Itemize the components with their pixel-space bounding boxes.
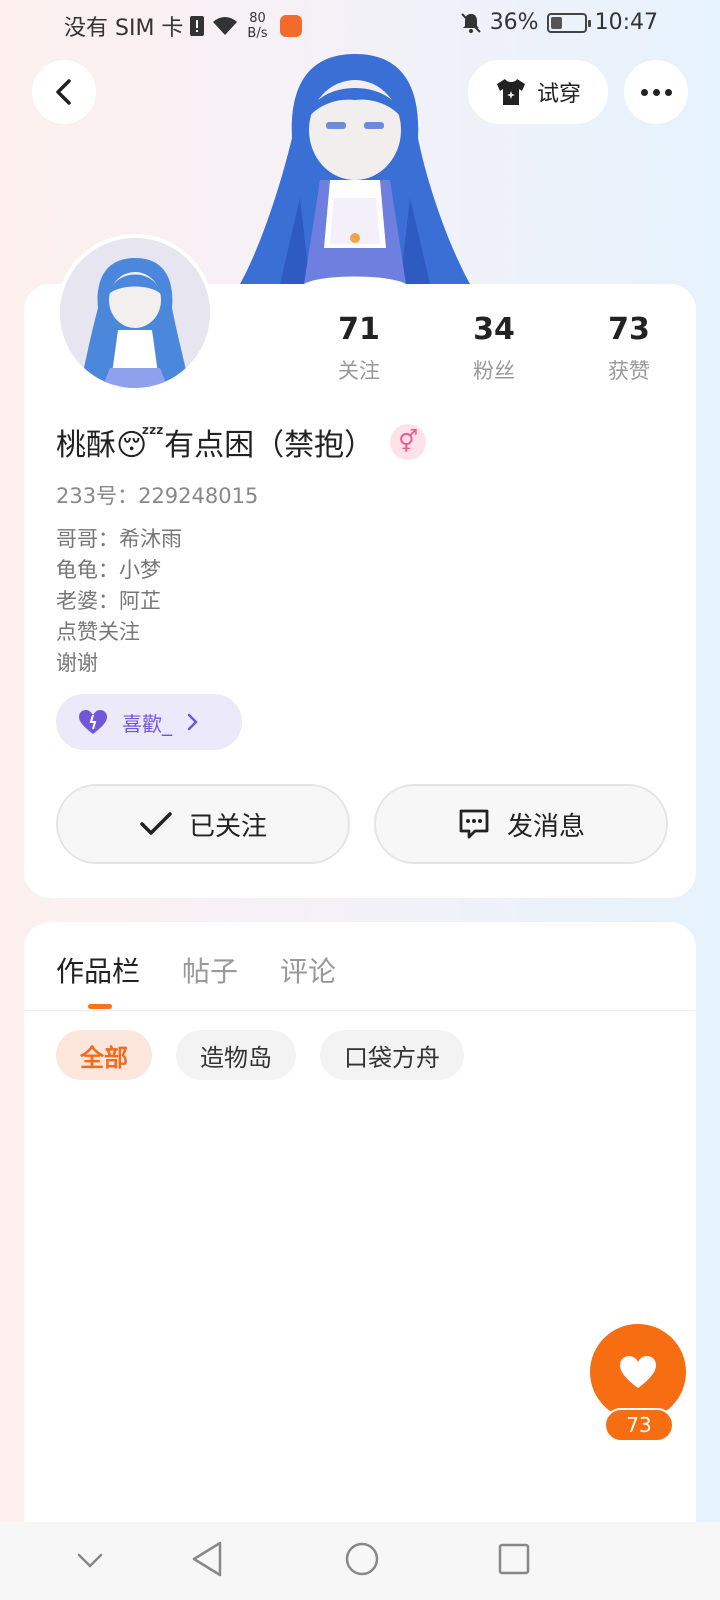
battery-icon bbox=[546, 12, 591, 33]
bio: 哥哥：希沐雨 龟龟：小梦 老婆：阿芷 点赞关注 谢谢 bbox=[56, 524, 182, 679]
like-fab-button[interactable] bbox=[590, 1324, 686, 1420]
heart-icon bbox=[620, 1356, 656, 1388]
status-bar: 没有 SIM 卡 80 B/s 36% 10:47 bbox=[0, 0, 720, 50]
battery-percent: 36% bbox=[489, 10, 539, 35]
bio-line: 谢谢 bbox=[56, 651, 98, 675]
tab-comments[interactable]: 评论 bbox=[280, 950, 336, 990]
stat-label: 粉丝 bbox=[473, 359, 515, 383]
wifi-icon bbox=[213, 17, 238, 35]
tab-works[interactable]: 作品栏 bbox=[56, 950, 140, 990]
stats-row: 71 关注 34 粉丝 73 获赞 bbox=[304, 312, 684, 385]
stat-likes[interactable]: 73 获赞 bbox=[574, 312, 684, 385]
back-button[interactable] bbox=[32, 60, 96, 124]
stat-fans[interactable]: 34 粉丝 bbox=[439, 312, 549, 385]
bio-line: 哥哥：希沐雨 bbox=[56, 527, 182, 551]
followed-label: 已关注 bbox=[188, 811, 267, 842]
divider bbox=[24, 1010, 696, 1011]
avatar-image bbox=[60, 238, 210, 388]
status-right: 36% 10:47 bbox=[460, 10, 658, 35]
tab-posts[interactable]: 帖子 bbox=[182, 950, 238, 990]
user-id: 233号：229248015 bbox=[56, 484, 259, 508]
stat-label: 获赞 bbox=[608, 359, 650, 383]
app-notification-icon bbox=[279, 15, 302, 37]
content-tabs: 作品栏 帖子 评论 bbox=[56, 950, 336, 990]
gender-icon: ⚥ bbox=[390, 424, 427, 460]
character-model-illustration bbox=[240, 54, 470, 284]
clock: 10:47 bbox=[594, 10, 658, 35]
system-nav-bar bbox=[0, 1522, 720, 1600]
back-triangle-icon[interactable] bbox=[190, 1540, 224, 1578]
stat-value: 73 bbox=[608, 312, 650, 347]
message-button[interactable]: 发消息 bbox=[374, 784, 668, 864]
active-tab-indicator bbox=[88, 1004, 112, 1009]
followed-button[interactable]: 已关注 bbox=[56, 784, 350, 864]
stat-following[interactable]: 71 关注 bbox=[304, 312, 414, 385]
dot bbox=[664, 88, 672, 96]
home-circle-icon[interactable] bbox=[344, 1540, 380, 1578]
like-count-badge: 73 bbox=[604, 1408, 674, 1442]
content-card: 作品栏 帖子 评论 全部 造物岛 口袋方舟 bbox=[24, 922, 696, 1600]
filter-pocket-ark[interactable]: 口袋方舟 bbox=[320, 1030, 464, 1080]
status-left: 没有 SIM 卡 80 B/s bbox=[64, 10, 302, 42]
stat-label: 关注 bbox=[338, 359, 380, 383]
heart-icon bbox=[79, 710, 107, 734]
bell-muted-icon bbox=[460, 12, 481, 33]
bio-line: 点赞关注 bbox=[56, 620, 140, 644]
bio-line: 老婆：阿芷 bbox=[56, 589, 161, 613]
message-label: 发消息 bbox=[506, 811, 585, 842]
filter-creation-island[interactable]: 造物岛 bbox=[176, 1030, 296, 1080]
chevron-down-icon[interactable] bbox=[76, 1552, 104, 1570]
chat-bubble-icon bbox=[459, 809, 489, 839]
try-on-button[interactable]: 试穿 bbox=[468, 60, 608, 124]
dot bbox=[652, 88, 660, 96]
stat-value: 71 bbox=[338, 312, 380, 347]
carrier-text: 没有 SIM 卡 bbox=[64, 16, 184, 41]
filter-all[interactable]: 全部 bbox=[56, 1030, 152, 1080]
like-tag-button[interactable]: 喜歡_ bbox=[56, 694, 242, 750]
dot bbox=[640, 88, 648, 96]
chevron-right-icon bbox=[187, 713, 198, 731]
more-options-button[interactable] bbox=[624, 60, 688, 124]
try-on-label: 试穿 bbox=[536, 82, 581, 107]
username: 桃酥😴有点困（禁抱） bbox=[56, 428, 375, 463]
name-row: 桃酥😴有点困（禁抱） ⚥ bbox=[56, 420, 427, 464]
bio-line: 龟龟：小梦 bbox=[56, 558, 161, 582]
tshirt-icon bbox=[496, 79, 525, 105]
check-icon bbox=[140, 812, 172, 835]
sim-alert-icon bbox=[190, 16, 205, 36]
avatar[interactable] bbox=[56, 234, 214, 392]
filter-chips: 全部 造物岛 口袋方舟 bbox=[56, 1030, 464, 1080]
like-tag-label: 喜歡_ bbox=[122, 711, 172, 736]
stat-value: 34 bbox=[473, 312, 515, 347]
net-speed: 80 B/s bbox=[247, 11, 268, 41]
action-buttons: 已关注 发消息 bbox=[56, 784, 668, 864]
chevron-left-icon bbox=[56, 79, 71, 105]
recents-square-icon[interactable] bbox=[496, 1540, 532, 1578]
